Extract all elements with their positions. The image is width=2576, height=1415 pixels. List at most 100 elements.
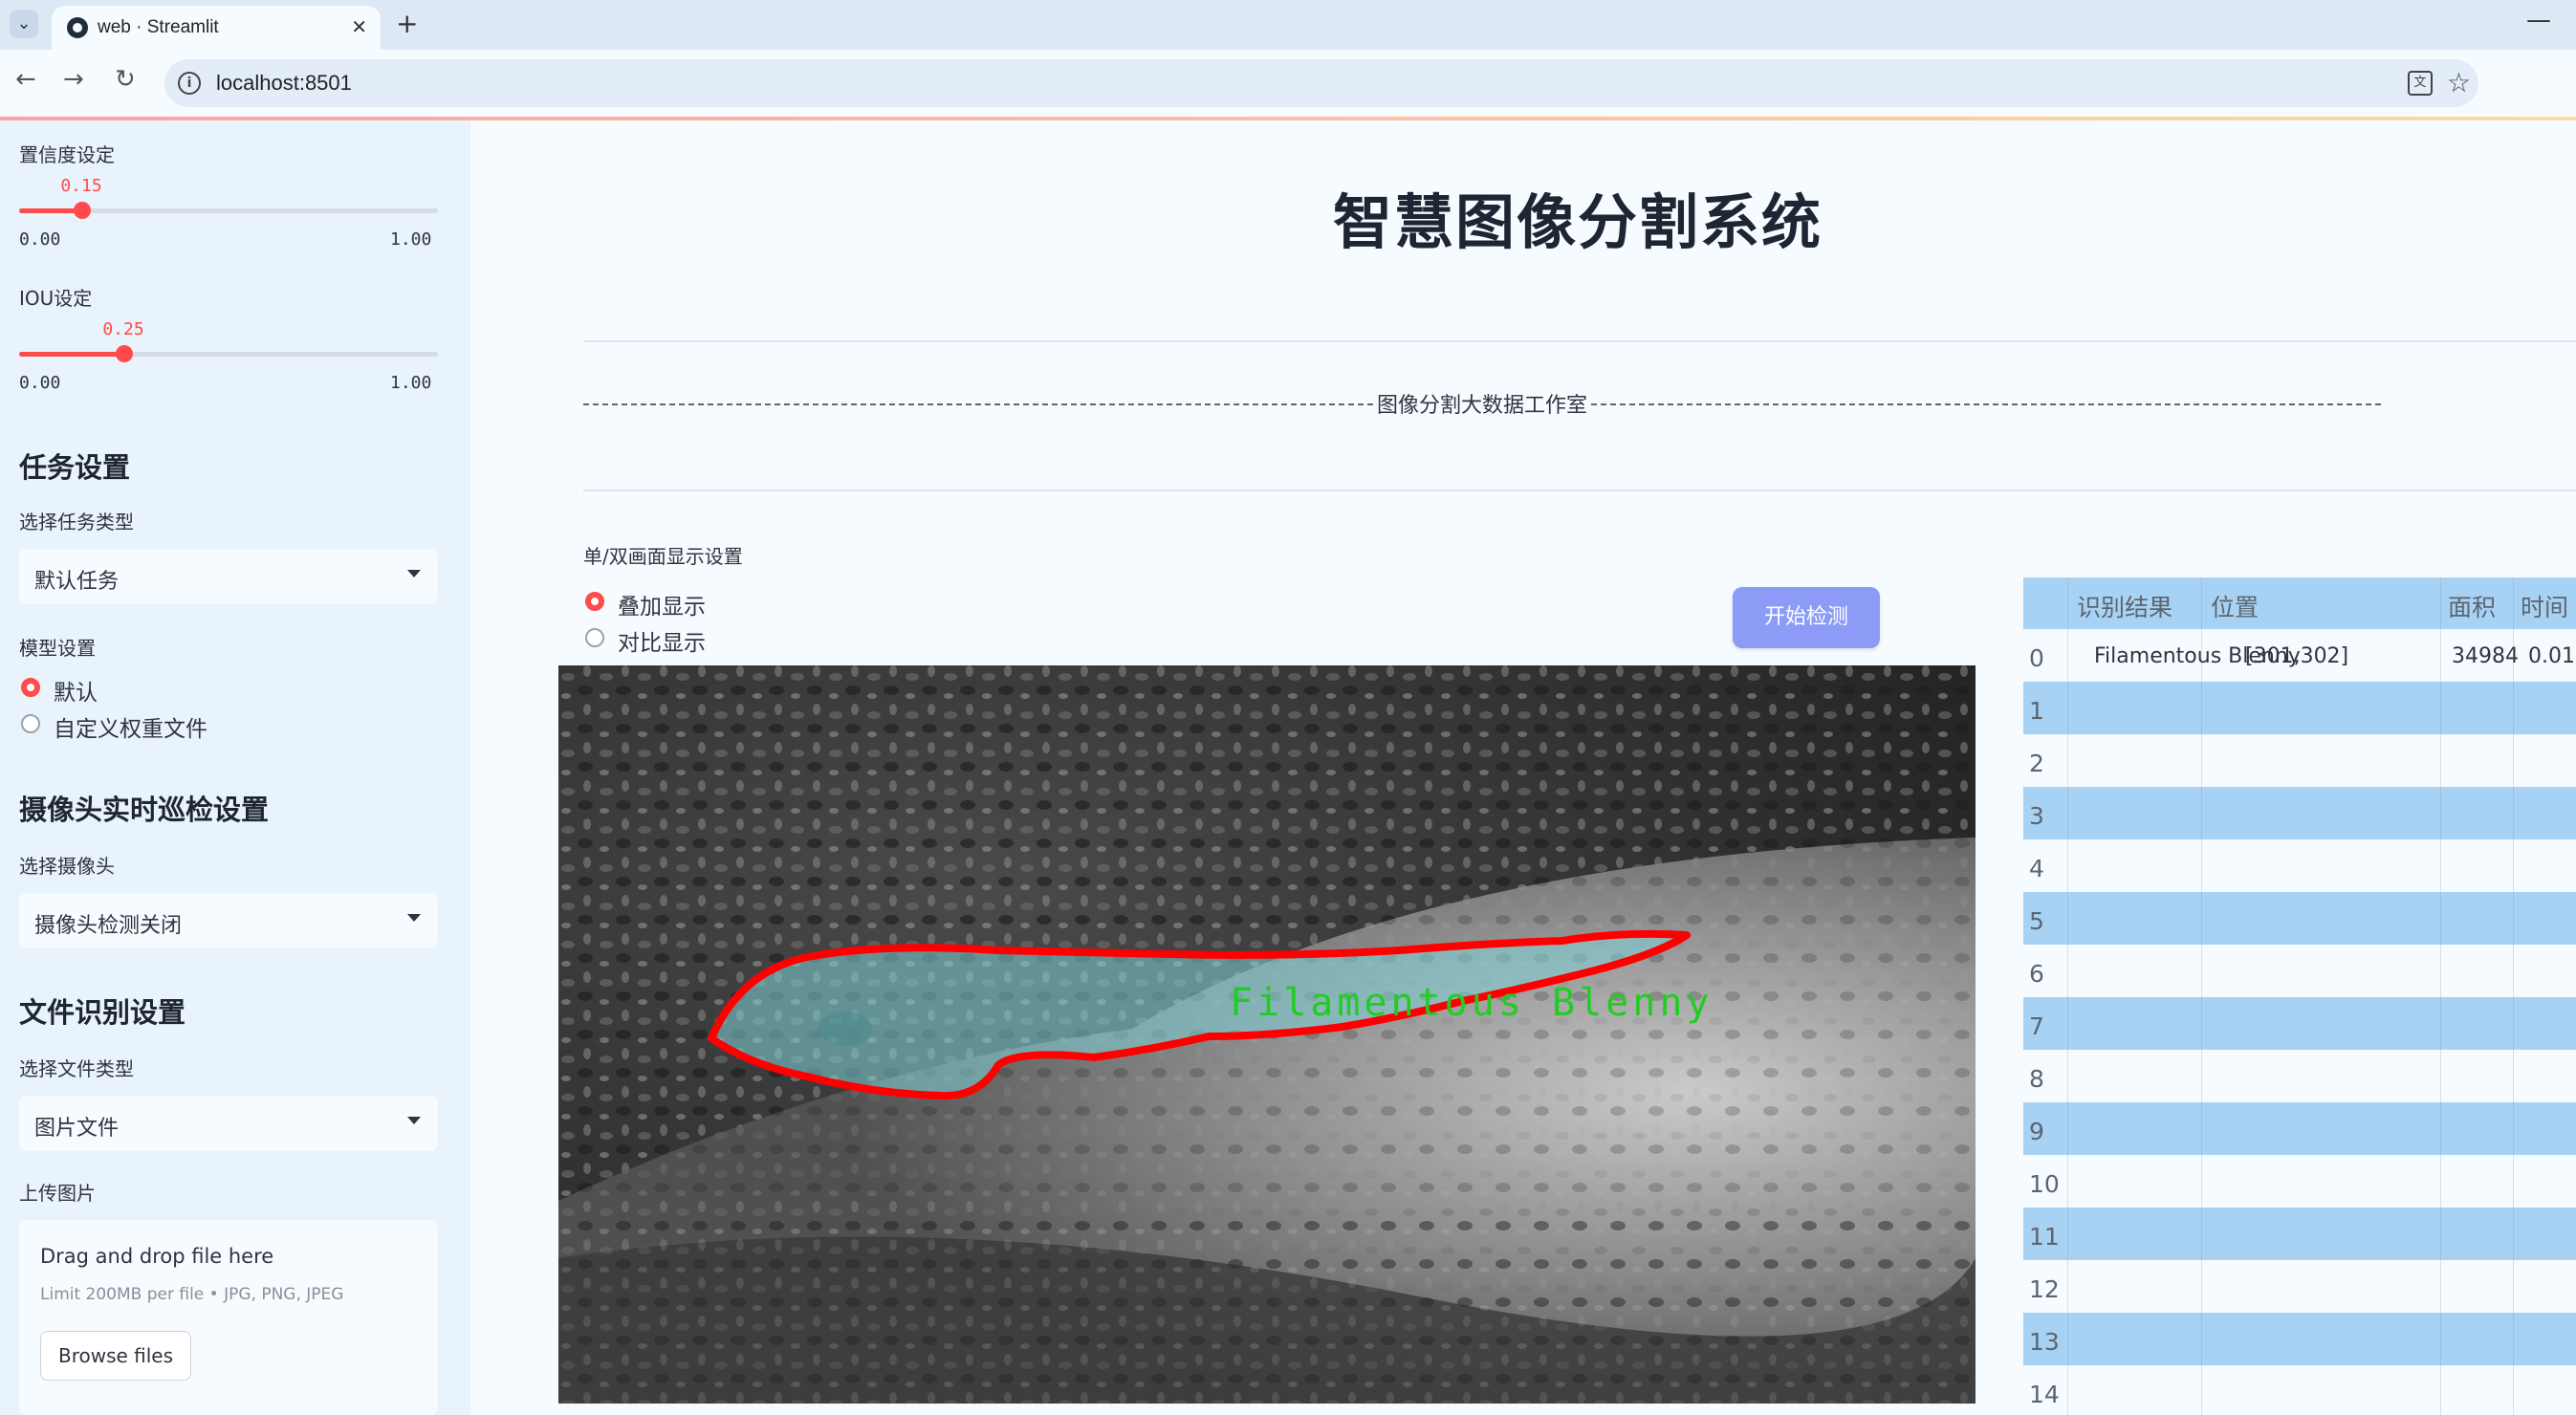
column-header-position[interactable]: 位置 [2211,589,2259,623]
column-header-area[interactable]: 面积 [2448,589,2496,623]
iou-slider-fill [19,352,124,357]
row-index: 11 [2029,1223,2060,1251]
column-divider [2201,577,2202,1415]
camera-select-value: 摄像头检测关闭 [34,914,183,938]
omnibox[interactable]: i localhost:8501 文 ☆ [164,59,2478,107]
table-row[interactable]: 12 [2023,1260,2576,1313]
underwater-scene: Filamentous Blenny [558,665,1976,1404]
row-index: 13 [2029,1328,2060,1356]
tab-close-icon[interactable]: ✕ [351,15,367,38]
display-option-label: 对比显示 [618,631,706,656]
divider [583,490,2576,491]
row-index: 2 [2029,750,2044,777]
iou-slider[interactable] [19,345,438,362]
table-row[interactable]: 0 Filamentous Blenny [301,302] 34984 0.0… [2023,629,2576,682]
iou-value: 0.25 [102,319,144,339]
file-type-label: 选择文件类型 [19,1057,134,1080]
column-divider [2440,577,2441,1415]
confidence-value: 0.15 [60,176,102,196]
dropzone-limit: Limit 200MB per file • JPG, PNG, JPEG [40,1285,344,1304]
table-row[interactable]: 7 [2023,997,2576,1050]
row-index: 1 [2029,697,2044,725]
studio-name: 图像分割大数据工作室 [1377,394,1588,418]
table-row[interactable]: 3 [2023,787,2576,839]
site-info-icon[interactable]: i [178,72,201,95]
browse-files-button[interactable]: Browse files [40,1331,191,1381]
studio-banner: 图像分割大数据工作室 [583,388,2381,419]
translate-icon[interactable]: 文 [2408,71,2433,96]
dropzone-title: Drag and drop file here [40,1245,274,1268]
back-arrow-icon[interactable]: ← [15,65,36,94]
iou-max: 1.00 [390,373,432,393]
file-type-value: 图片文件 [34,1117,120,1141]
row-index: 0 [2029,644,2044,672]
row-index: 8 [2029,1065,2044,1093]
model-option-label: 自定义权重文件 [54,717,207,742]
confidence-slider[interactable] [19,202,438,219]
confidence-slider-thumb[interactable] [74,202,91,219]
chevron-down-icon [407,914,421,922]
page-title: 智慧图像分割系统 [1333,187,1823,257]
new-tab-icon[interactable]: + [396,8,418,39]
table-row[interactable]: 11 [2023,1208,2576,1260]
radio-unselected-icon[interactable] [21,714,40,733]
cell-time: 0.01 [2528,644,2575,668]
table-row[interactable]: 2 [2023,734,2576,787]
task-settings-heading: 任务设置 [19,451,131,484]
tab-title: web · Streamlit [98,17,219,37]
task-type-select[interactable]: 默认任务 [19,549,438,604]
iou-min: 0.00 [19,373,61,393]
table-row[interactable]: 13 [2023,1313,2576,1365]
segmentation-result-image: Filamentous Blenny [558,665,1976,1404]
file-dropzone[interactable]: Drag and drop file here Limit 200MB per … [19,1220,438,1415]
row-index: 3 [2029,802,2044,830]
dash-line [583,403,1373,405]
table-row[interactable]: 6 [2023,945,2576,997]
table-row[interactable]: 10 [2023,1155,2576,1208]
chevron-down-icon [407,570,421,577]
model-option-label: 默认 [54,681,98,706]
radio-selected-icon[interactable] [585,592,604,611]
tab-search-menu-icon[interactable]: ⌄ [10,10,38,38]
results-table[interactable]: 识别结果 位置 面积 时间 0 Filamentous Blenny [301,… [2023,577,2576,1415]
url-text[interactable]: localhost:8501 [216,71,352,96]
iou-label: IOU设定 [19,287,93,310]
streamlit-favicon-icon [67,17,88,38]
camera-select[interactable]: 摄像头检测关闭 [19,893,438,948]
divider [583,340,2576,342]
row-index: 9 [2029,1118,2044,1145]
camera-select-label: 选择摄像头 [19,855,115,878]
table-header: 识别结果 位置 面积 时间 [2023,577,2576,629]
bookmark-star-icon[interactable]: ☆ [2447,67,2471,98]
detection-label: Filamentous Blenny [1230,981,1713,1025]
iou-slider-thumb[interactable] [116,345,133,362]
column-header-result[interactable]: 识别结果 [2077,589,2172,623]
column-divider [2067,577,2068,1415]
address-bar: ← → ↻ i localhost:8501 文 ☆ [0,50,2576,117]
upload-label: 上传图片 [19,1182,96,1205]
window-minimize-icon[interactable]: — [2526,6,2551,34]
reload-icon[interactable]: ↻ [115,65,136,94]
start-detection-button[interactable]: 开始检测 [1733,587,1880,648]
table-row[interactable]: 8 [2023,1050,2576,1102]
browser-tab[interactable]: web · Streamlit ✕ [52,6,381,50]
row-index: 4 [2029,855,2044,882]
chevron-down-icon [407,1117,421,1124]
radio-unselected-icon[interactable] [585,628,604,647]
display-mode-label: 单/双画面显示设置 [583,545,743,568]
column-header-time[interactable]: 时间 [2521,589,2568,623]
row-index: 10 [2029,1170,2060,1198]
table-row[interactable]: 9 [2023,1102,2576,1155]
file-type-select[interactable]: 图片文件 [19,1096,438,1151]
model-settings-label: 模型设置 [19,637,96,660]
file-settings-heading: 文件识别设置 [19,996,186,1029]
cell-position: [301,302] [2245,644,2349,668]
browser-tab-bar: ⌄ web · Streamlit ✕ + — [0,0,2576,50]
table-row[interactable]: 5 [2023,892,2576,945]
confidence-label: 置信度设定 [19,143,115,166]
table-row[interactable]: 1 [2023,682,2576,734]
table-row[interactable]: 14 [2023,1365,2576,1415]
forward-arrow-icon[interactable]: → [63,65,84,94]
radio-selected-icon[interactable] [21,678,40,697]
table-row[interactable]: 4 [2023,839,2576,892]
